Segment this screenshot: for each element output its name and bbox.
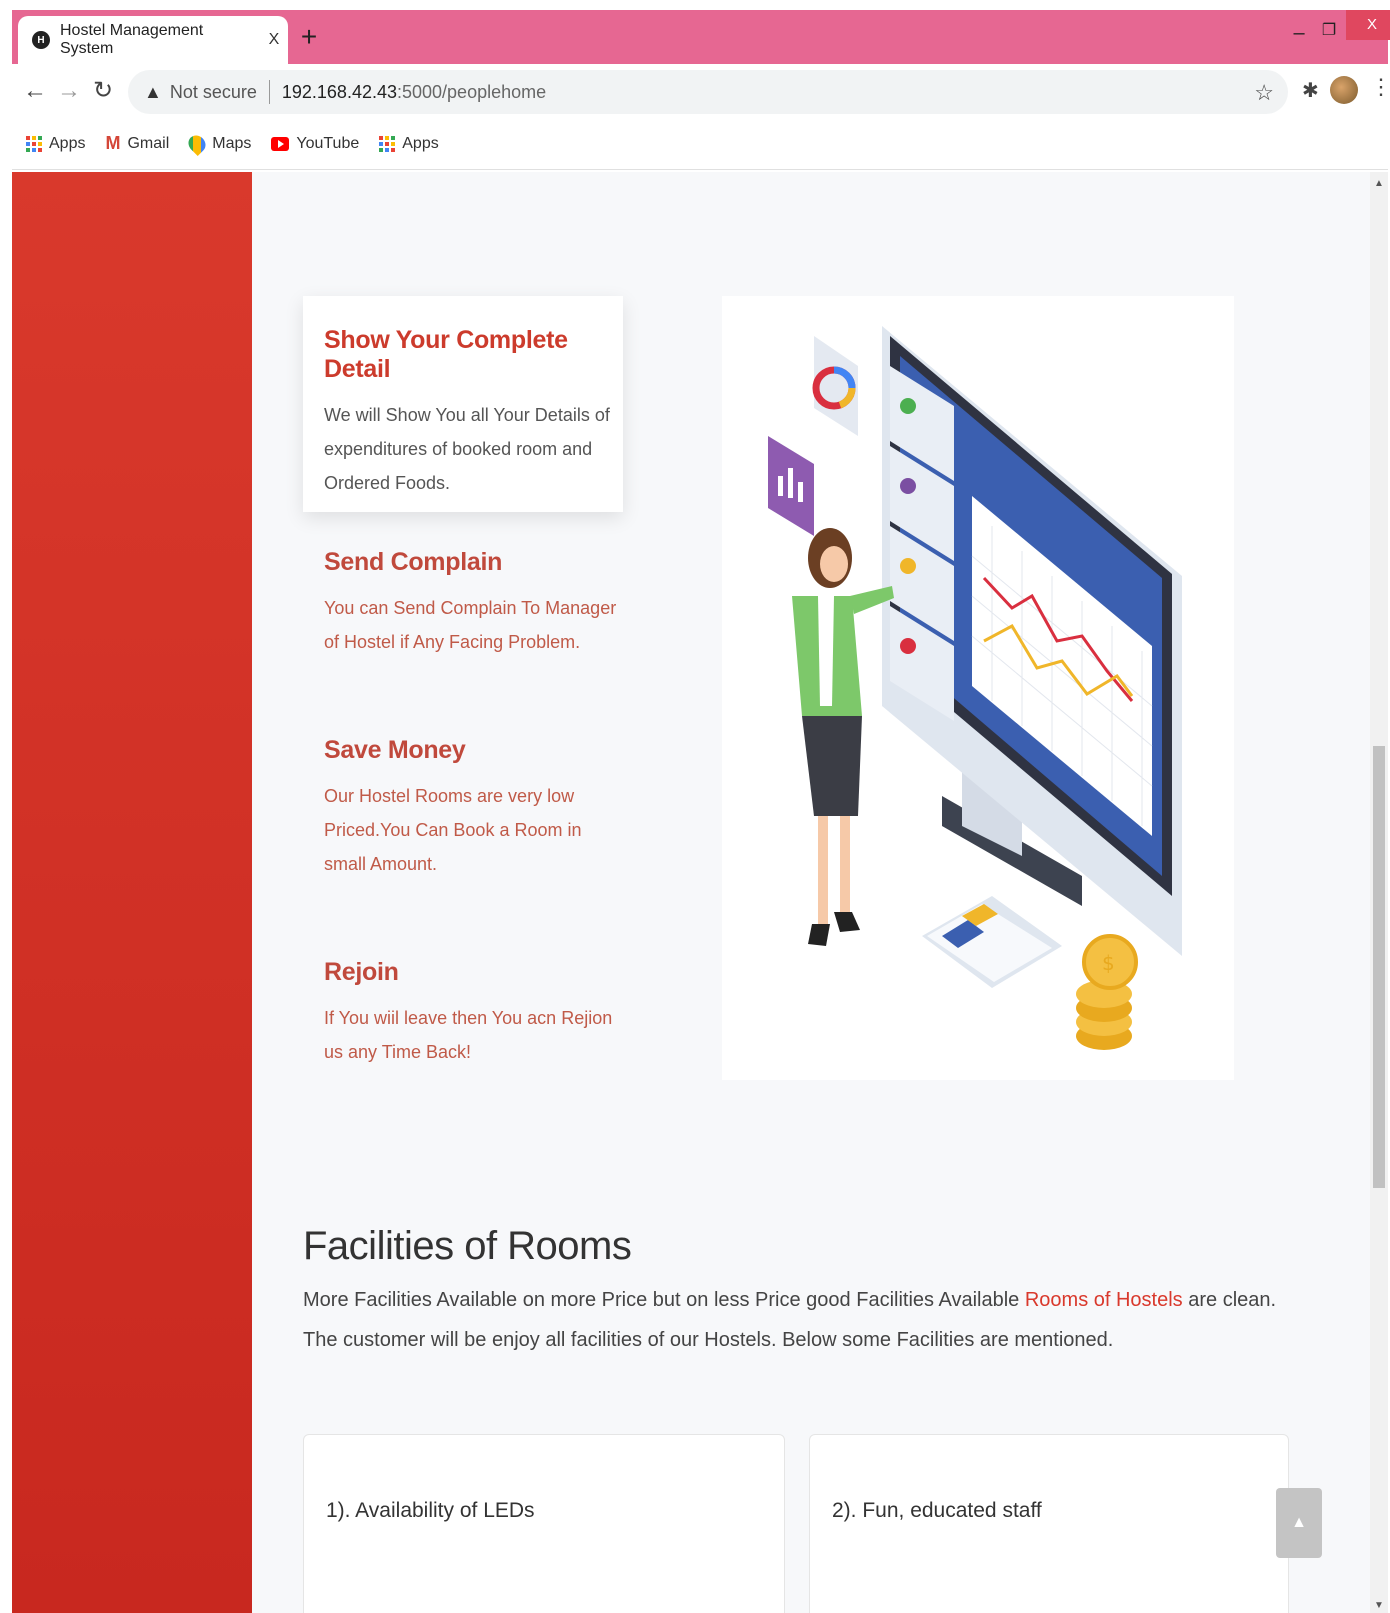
apps-grid-icon	[26, 135, 42, 152]
browser-tab[interactable]: H Hostel Management System X	[18, 16, 288, 64]
maximize-button[interactable]: ❐	[1314, 20, 1344, 40]
profile-avatar[interactable]	[1330, 76, 1358, 104]
url-path[interactable]: :5000/peoplehome	[397, 82, 546, 103]
facility-label: 1). Availability of LEDs	[326, 1499, 535, 1522]
bookmark-apps[interactable]: Apps	[26, 135, 85, 153]
back-arrow-icon[interactable]: ←	[20, 76, 50, 106]
maps-icon	[185, 131, 210, 156]
hostel-favicon-icon: H	[32, 31, 50, 49]
facilities-heading: Facilities of Rooms	[303, 1224, 632, 1268]
bookmark-label: Gmail	[127, 134, 170, 152]
reload-icon[interactable]: ↻	[88, 76, 118, 106]
scroll-to-top-button[interactable]: ▲	[1276, 1488, 1322, 1558]
extensions-puzzle-icon[interactable]: ✱	[1302, 78, 1319, 103]
bookmark-label: Maps	[212, 134, 252, 152]
warning-triangle-icon[interactable]: ▲	[144, 82, 162, 103]
address-bar[interactable]: ▲ Not secure 192.168.42.43:5000/peopleho…	[128, 70, 1288, 114]
feature-text: We will Show You all Your Details of exp…	[324, 405, 610, 493]
minimize-button[interactable]: –	[1284, 22, 1314, 45]
bookmark-youtube[interactable]: YouTube	[271, 135, 359, 153]
feature-title: Save Money	[324, 736, 466, 764]
bookmark-label: Apps	[49, 134, 86, 152]
scroll-up-arrow-icon[interactable]: ▲	[1370, 178, 1388, 189]
facilities-text-start: More Facilities Available on more Price …	[303, 1289, 1025, 1311]
scroll-down-arrow-icon[interactable]: ▼	[1370, 1600, 1388, 1611]
bookmark-label: Apps	[402, 134, 439, 152]
apps-grid-icon	[379, 135, 396, 152]
facility-card: 2). Fun, educated staff	[809, 1434, 1289, 1613]
facilities-highlight: Rooms of Hostels	[1024, 1289, 1183, 1311]
url-host[interactable]: 192.168.42.43	[282, 82, 397, 103]
feature-text: You can Send Complain To Manager of Host…	[324, 598, 617, 652]
feature-rejoin: Rejoin If You wiil leave then You acn Re…	[324, 958, 624, 1069]
tab-title: Hostel Management System	[60, 22, 204, 57]
page-content: Show Your Complete Detail We will Show Y…	[12, 172, 1370, 1613]
feature-title: Show Your Complete Detail	[324, 326, 568, 383]
feature-text: If You wiil leave then You acn Rejion us…	[324, 1008, 613, 1062]
feature-title: Send Complain	[324, 548, 503, 576]
close-window-button[interactable]: X	[1346, 10, 1390, 40]
security-status[interactable]: Not secure	[170, 82, 257, 103]
gmail-icon: M	[105, 133, 121, 153]
bookmark-maps[interactable]: Maps	[185, 131, 252, 156]
feature-title: Rejoin	[324, 958, 399, 986]
new-tab-button[interactable]: +	[294, 22, 324, 52]
toolbar: ← → ↻ ▲ Not secure 192.168.42.43:5000/pe…	[12, 64, 1390, 118]
bookmark-apps-2[interactable]: Apps	[379, 134, 439, 153]
tab-close-icon[interactable]: X	[260, 31, 288, 49]
facility-label: 2). Fun, educated staff	[832, 1499, 1042, 1522]
divider	[268, 80, 270, 104]
facilities-description: More Facilities Available on more Price …	[303, 1280, 1303, 1360]
woman-monitor-analytics-image: $	[768, 326, 1182, 1050]
bookmark-gmail[interactable]: M Gmail	[105, 133, 169, 154]
facility-card: 1). Availability of LEDs	[303, 1434, 785, 1613]
page-scrollbar[interactable]: ▲ ▼	[1370, 172, 1388, 1613]
svg-text:$: $	[1102, 951, 1115, 975]
feature-complete-detail: Show Your Complete Detail We will Show Y…	[324, 326, 624, 500]
more-menu-icon[interactable]: ⋮	[1370, 74, 1390, 100]
youtube-icon	[271, 136, 290, 151]
dashboard-illustration: $	[722, 296, 1234, 1080]
feature-send-complain: Send Complain You can Send Complain To M…	[324, 548, 624, 659]
feature-text: Our Hostel Rooms are very low Priced.You…	[324, 786, 582, 874]
bookmark-label: YouTube	[296, 134, 360, 152]
feature-save-money: Save Money Our Hostel Rooms are very low…	[324, 736, 624, 881]
forward-arrow-icon[interactable]: →	[54, 76, 84, 106]
sidebar	[12, 172, 252, 1613]
tab-strip: H Hostel Management System X + – ❐ X	[12, 10, 1390, 64]
bookmark-star-icon[interactable]: ☆	[1254, 80, 1274, 106]
scroll-thumb[interactable]	[1373, 746, 1385, 1188]
bookmarks-bar: Apps M Gmail Maps YouTube Apps	[12, 118, 1388, 170]
